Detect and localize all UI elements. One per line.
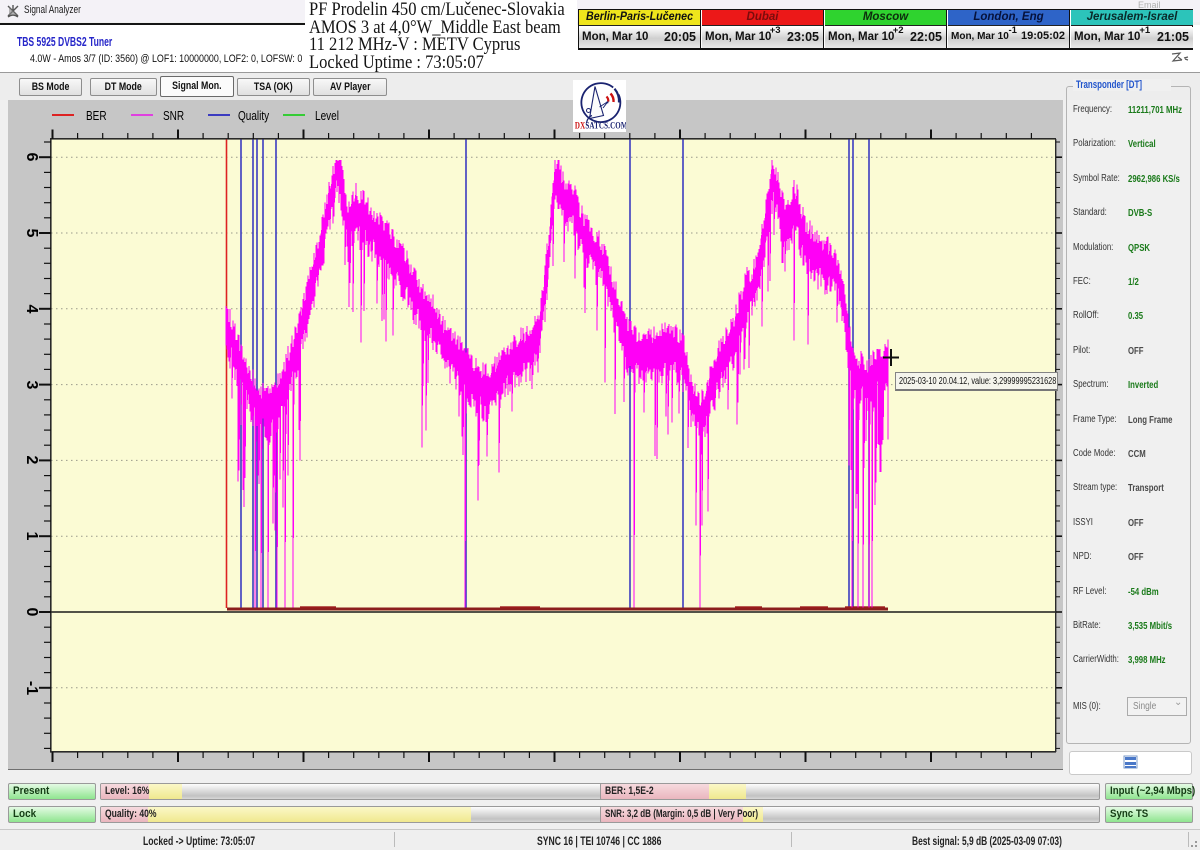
svg-text:DXSATCS.COM: DXSATCS.COM bbox=[575, 121, 626, 131]
